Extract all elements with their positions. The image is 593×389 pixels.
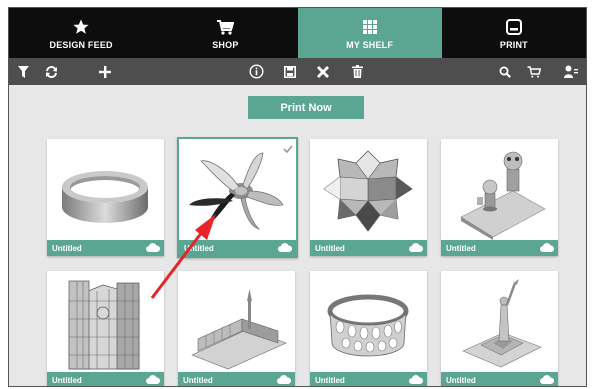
- model-title: Untitled: [183, 375, 213, 385]
- garden-figures-model-image: [460, 151, 546, 240]
- printer-icon: [505, 17, 522, 37]
- tab-label: PRINT: [499, 39, 528, 50]
- cloud-icon[interactable]: [409, 242, 424, 254]
- cloud-icon[interactable]: [540, 242, 555, 254]
- trash-icon[interactable]: [347, 58, 367, 85]
- model-title: Untitled: [184, 243, 214, 253]
- search-icon[interactable]: [495, 58, 515, 85]
- info-icon[interactable]: [246, 58, 266, 85]
- model-card[interactable]: Untitled: [310, 271, 427, 386]
- tab-label: MY SHELF: [346, 39, 394, 50]
- card-caption: Untitled: [47, 372, 164, 386]
- filter-icon[interactable]: [13, 58, 33, 85]
- model-title: Untitled: [446, 243, 476, 253]
- star-icon: [73, 17, 89, 37]
- model-card[interactable]: Untitled: [47, 139, 164, 256]
- tab-print[interactable]: PRINT: [442, 8, 586, 58]
- user-icon[interactable]: [561, 58, 581, 85]
- cloud-icon[interactable]: [146, 242, 161, 254]
- add-icon[interactable]: [95, 58, 115, 85]
- grid-icon: [362, 17, 377, 37]
- model-title: Untitled: [315, 375, 345, 385]
- tab-my-shelf[interactable]: MY SHELF: [297, 8, 442, 58]
- cathedral-front-model-image: [68, 280, 140, 370]
- close-icon[interactable]: [313, 58, 333, 85]
- cart-icon: [216, 17, 235, 37]
- refresh-icon[interactable]: [41, 58, 61, 85]
- save-icon[interactable]: [280, 58, 300, 85]
- tab-shop[interactable]: SHOP: [153, 8, 297, 58]
- model-title: Untitled: [52, 375, 82, 385]
- card-caption: Untitled: [310, 240, 427, 256]
- model-title: Untitled: [315, 243, 345, 253]
- model-card[interactable]: Untitled: [47, 271, 164, 386]
- checkmark-icon: [283, 140, 293, 158]
- print-now-button[interactable]: Print Now: [248, 96, 364, 119]
- cart-icon[interactable]: [524, 58, 544, 85]
- model-title: Untitled: [446, 375, 476, 385]
- propeller-model-image: [189, 152, 284, 230]
- model-card-selected[interactable]: Untitled: [177, 137, 298, 258]
- ring-model-image: [62, 171, 148, 223]
- model-card[interactable]: Untitled: [441, 271, 558, 386]
- tab-label: SHOP: [212, 39, 239, 50]
- card-caption: Untitled: [178, 372, 295, 386]
- cathedral-side-model-image: [191, 289, 287, 370]
- statue-of-liberty-model-image: [462, 279, 542, 368]
- card-caption: Untitled: [441, 372, 558, 386]
- tab-label: DESIGN FEED: [49, 39, 113, 50]
- cloud-icon[interactable]: [409, 374, 424, 386]
- card-caption: Untitled: [47, 240, 164, 256]
- lattice-bracelet-model-image: [327, 294, 409, 357]
- card-caption: Untitled: [310, 372, 427, 386]
- toolbar: [9, 58, 586, 85]
- model-card[interactable]: Untitled: [441, 139, 558, 256]
- cloud-icon[interactable]: [277, 374, 292, 386]
- cloud-icon[interactable]: [278, 242, 293, 254]
- top-tab-bar: DESIGN FEED SHOP MY SHELF PRINT: [9, 8, 586, 58]
- model-card[interactable]: Untitled: [310, 139, 427, 256]
- card-caption: Untitled: [441, 240, 558, 256]
- app-frame: DESIGN FEED SHOP MY SHELF PRINT Print No…: [8, 7, 587, 387]
- model-title: Untitled: [52, 243, 82, 253]
- polyhedron-model-image: [323, 150, 413, 232]
- card-caption: Untitled: [179, 240, 296, 256]
- model-card[interactable]: Untitled: [178, 271, 295, 386]
- cloud-icon[interactable]: [146, 374, 161, 386]
- tab-design-feed[interactable]: DESIGN FEED: [9, 8, 153, 58]
- cloud-icon[interactable]: [540, 374, 555, 386]
